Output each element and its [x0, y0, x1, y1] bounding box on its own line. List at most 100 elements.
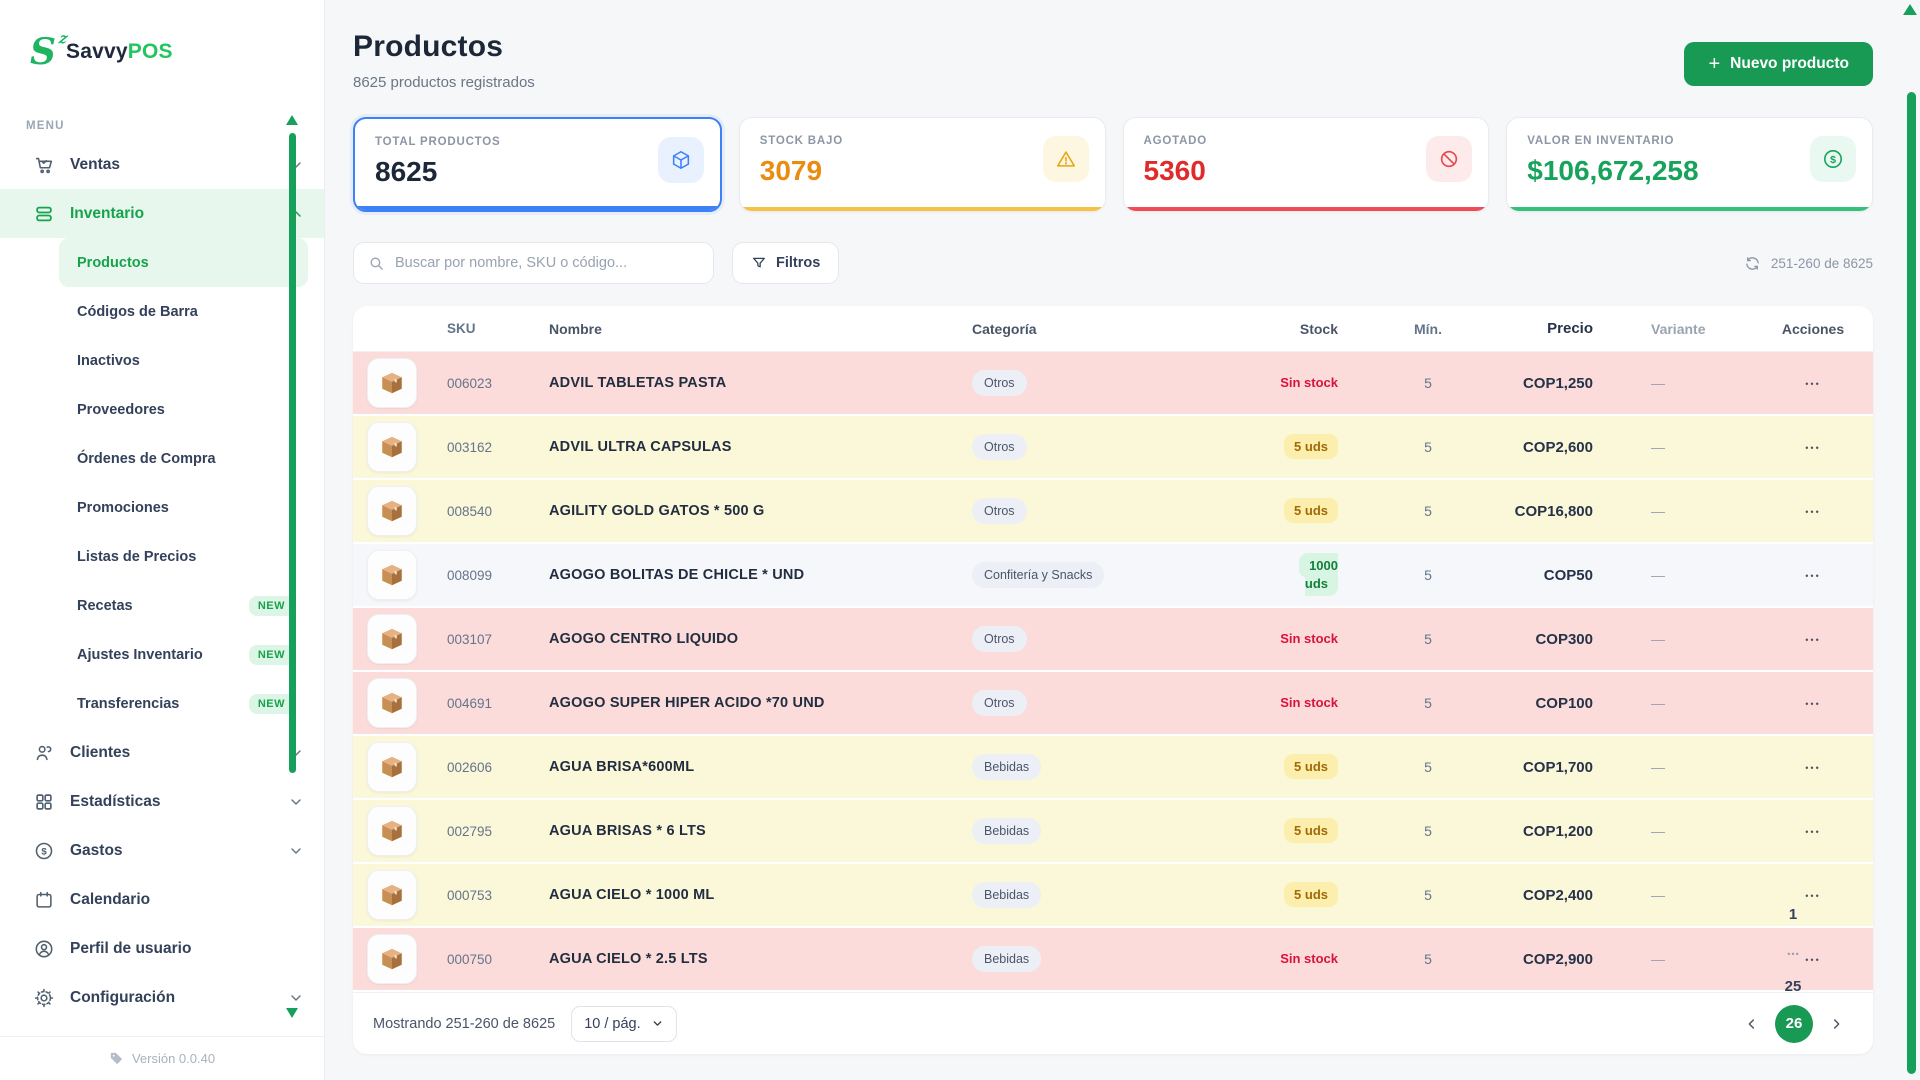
sidebar-scroll-up-arrow[interactable] [286, 115, 298, 125]
page-scroll-up-arrow[interactable] [1903, 4, 1917, 15]
sidebar-subitem[interactable]: Productos [59, 238, 308, 287]
col-stock[interactable]: Stock [1266, 321, 1378, 337]
sidebar: S𝑧 SavvyPOS MENU Ventas Inventario Produ… [0, 0, 325, 1080]
card-accent-bar [355, 206, 720, 210]
sidebar-item-estadisticas[interactable]: Estadísticas [0, 777, 324, 826]
plus-icon: + [1708, 53, 1720, 76]
sidebar-item-label: Clientes [70, 744, 274, 762]
row-actions-button[interactable]: ••• [1805, 827, 1820, 837]
sidebar-scroll-down-arrow[interactable] [286, 1008, 298, 1018]
sidebar-item-calendario[interactable]: Calendario [0, 875, 324, 924]
product-image [367, 678, 417, 728]
sidebar-subitem[interactable]: Códigos de Barra [59, 287, 308, 336]
product-image [367, 486, 417, 536]
cart-icon [32, 153, 56, 177]
page-number-button[interactable]: 26 [1775, 1005, 1813, 1043]
sidebar-subitem-label: Órdenes de Compra [77, 451, 294, 467]
table-row[interactable]: 000753 AGUA CIELO * 1000 ML Bebidas 5 ud… [353, 864, 1873, 928]
refresh-icon[interactable] [1744, 255, 1761, 272]
stat-card-stock-bajo[interactable]: STOCK BAJO 3079 [739, 117, 1106, 212]
next-page-button[interactable] [1819, 1007, 1853, 1041]
sidebar-subitem[interactable]: Listas de Precios [59, 532, 308, 581]
table-row[interactable]: 000750 AGUA CIELO * 2.5 LTS Bebidas Sin … [353, 928, 1873, 992]
row-actions-button[interactable]: ••• [1805, 699, 1820, 709]
table-row[interactable]: 008099 AGOGO BOLITAS DE CHICLE * UND Con… [353, 544, 1873, 608]
product-name: AGILITY GOLD GATOS * 500 G [543, 503, 966, 519]
table-row[interactable]: 003162 ADVIL ULTRA CAPSULAS Otros 5 uds … [353, 416, 1873, 480]
sidebar-subitem[interactable]: Ajustes Inventario NEW [59, 630, 308, 679]
row-actions-button[interactable]: ••• [1805, 571, 1820, 581]
search-input[interactable] [395, 255, 699, 271]
row-actions-button[interactable]: ••• [1805, 635, 1820, 645]
table-row[interactable]: 002795 AGUA BRISAS * 6 LTS Bebidas 5 uds… [353, 800, 1873, 864]
svg-text:$: $ [41, 846, 47, 857]
sidebar-item-gastos[interactable]: $ Gastos [0, 826, 324, 875]
filters-button[interactable]: Filtros [732, 242, 839, 284]
stock-badge: 5 uds [1284, 754, 1338, 779]
new-badge: NEW [249, 645, 294, 665]
table-row[interactable]: 003107 AGOGO CENTRO LIQUIDO Otros Sin st… [353, 608, 1873, 672]
product-image [367, 550, 417, 600]
new-product-button[interactable]: + Nuevo producto [1684, 42, 1873, 86]
stat-card-total-productos[interactable]: TOTAL PRODUCTOS 8625 [353, 117, 722, 212]
sidebar-subitem-label: Recetas [77, 598, 249, 614]
min-stock-value: 5 [1378, 759, 1478, 775]
col-acciones[interactable]: Acciones [1753, 321, 1873, 337]
col-sku[interactable]: SKU [431, 321, 543, 336]
stock-badge: Sin stock [1280, 951, 1338, 966]
stock-badge: 1000 uds [1299, 553, 1338, 596]
sidebar-subitem[interactable]: Órdenes de Compra [59, 434, 308, 483]
sidebar-subitem[interactable]: Promociones [59, 483, 308, 532]
category-badge: Otros [972, 626, 1027, 652]
table-row[interactable]: 006023 ADVIL TABLETAS PASTA Otros Sin st… [353, 352, 1873, 416]
sidebar-subitem-label: Ajustes Inventario [77, 647, 249, 663]
page-subtitle: 8625 productos registrados [353, 74, 535, 91]
product-sku: 002606 [431, 760, 543, 775]
variant-value: — [1643, 631, 1753, 647]
sidebar-subitem[interactable]: Recetas NEW [59, 581, 308, 630]
sidebar-item-clientes[interactable]: Clientes [0, 728, 324, 777]
per-page-select[interactable]: 10 / pág. [571, 1006, 676, 1042]
stat-card-valor-inventario[interactable]: VALOR EN INVENTARIO $106,672,258 $ [1506, 117, 1873, 212]
sidebar-item-configuracion[interactable]: Configuración [0, 973, 324, 1022]
prev-page-button[interactable] [1735, 1007, 1769, 1041]
sidebar-subitem[interactable]: Proveedores [59, 385, 308, 434]
col-variante[interactable]: Variante [1643, 321, 1753, 337]
users-icon [32, 741, 56, 765]
row-actions-button[interactable]: ••• [1805, 379, 1820, 389]
app-logo[interactable]: S𝑧 SavvyPOS [0, 0, 324, 70]
page-number-button[interactable]: 25 [1775, 969, 1811, 1005]
page-number-button[interactable]: ... [1775, 933, 1811, 969]
page-scrollbar[interactable] [1907, 92, 1916, 1074]
chevron-down-icon [288, 990, 304, 1006]
col-min[interactable]: Mín. [1378, 321, 1478, 337]
sidebar-subitem-label: Inactivos [77, 353, 294, 369]
page-number-button[interactable]: 1 [1775, 897, 1811, 933]
row-actions-button[interactable]: ••• [1805, 443, 1820, 453]
table-row[interactable]: 008540 AGILITY GOLD GATOS * 500 G Otros … [353, 480, 1873, 544]
sidebar-scrollbar[interactable] [289, 133, 296, 773]
price-value: COP16,800 [1478, 503, 1643, 520]
stock-badge: 5 uds [1284, 882, 1338, 907]
table-row[interactable]: 004691 AGOGO SUPER HIPER ACIDO *70 UND O… [353, 672, 1873, 736]
menu-section-label: MENU [26, 120, 324, 132]
product-sku: 008099 [431, 568, 543, 583]
min-stock-value: 5 [1378, 823, 1478, 839]
stat-card-agotado[interactable]: AGOTADO 5360 [1123, 117, 1490, 212]
sidebar-item-ventas[interactable]: Ventas [0, 140, 324, 189]
sidebar-subitem[interactable]: Inactivos [59, 336, 308, 385]
sidebar-item-inventario[interactable]: Inventario [0, 189, 324, 238]
page-number-button[interactable]: 27 [1775, 1043, 1811, 1055]
sidebar-subitem[interactable]: Transferencias NEW [59, 679, 308, 728]
col-categoria[interactable]: Categoría [966, 321, 1266, 337]
table-row[interactable]: 002606 AGUA BRISA*600ML Bebidas 5 uds 5 … [353, 736, 1873, 800]
row-actions-button[interactable]: ••• [1805, 507, 1820, 517]
product-image [367, 806, 417, 856]
sidebar-item-label: Perfil de usuario [70, 940, 304, 958]
product-name: AGOGO SUPER HIPER ACIDO *70 UND [543, 695, 966, 711]
col-precio[interactable]: Precio [1478, 320, 1643, 337]
sidebar-item-perfil[interactable]: Perfil de usuario [0, 924, 324, 973]
table-body: 006023 ADVIL TABLETAS PASTA Otros Sin st… [353, 352, 1873, 992]
row-actions-button[interactable]: ••• [1805, 763, 1820, 773]
col-nombre[interactable]: Nombre [543, 321, 966, 337]
